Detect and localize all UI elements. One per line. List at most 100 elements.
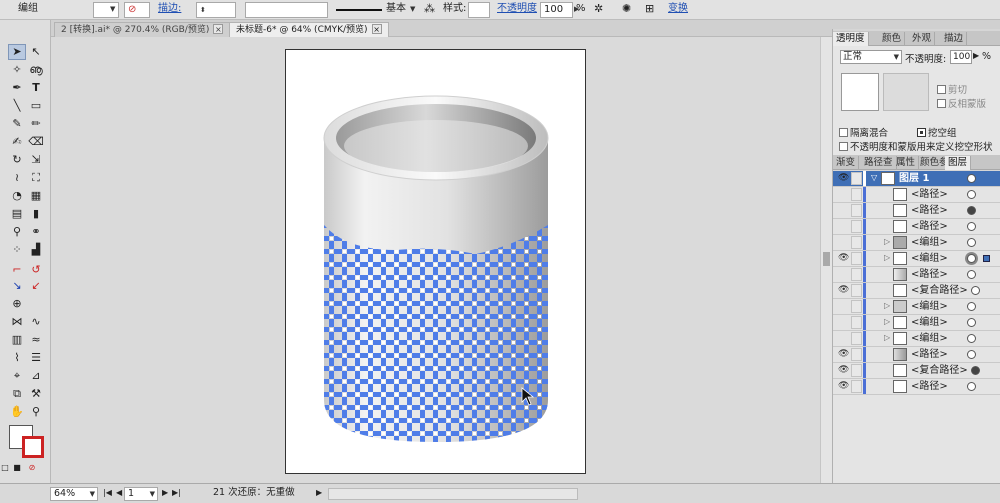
lock-toggle[interactable] — [851, 348, 862, 361]
color-mode-icon[interactable]: □ — [0, 460, 10, 476]
tab-pathfinder[interactable]: 路径查 — [861, 156, 897, 170]
opacity-mask-define-option[interactable]: 不透明度和蒙版用来定义挖空形状 — [839, 139, 993, 153]
blob-brush-icon[interactable]: ✍ — [8, 134, 26, 150]
eye-icon[interactable]: 👁 — [838, 285, 849, 296]
blend-tool-icon[interactable]: ⚭ — [27, 224, 45, 240]
layer-row[interactable]: <路径> — [833, 187, 1000, 203]
tab-document-1[interactable]: 2 [转换].ai* @ 270.4% (RGB/预览) × — [54, 22, 231, 37]
eye-icon[interactable] — [838, 221, 848, 232]
free-transform-icon[interactable]: ⛶ — [27, 170, 45, 186]
stroke-color-swatch[interactable] — [22, 436, 44, 458]
rotate-tool-icon[interactable]: ↻ — [8, 152, 26, 168]
lock-toggle[interactable] — [851, 268, 862, 281]
tab-appearance[interactable]: 外观 — [909, 32, 936, 46]
vertical-scrollbar[interactable] — [820, 37, 832, 483]
lock-toggle[interactable] — [851, 204, 862, 217]
graph-tool-icon[interactable]: ▟ — [27, 242, 45, 258]
target-circle-icon[interactable] — [967, 206, 976, 215]
eye-icon[interactable] — [838, 317, 848, 328]
rectangle-tool-icon[interactable]: ▭ — [27, 98, 45, 114]
lock-toggle[interactable] — [851, 188, 862, 201]
opacity-arrow-icon[interactable]: ▶ — [973, 51, 979, 60]
eye-icon[interactable]: 👁 — [838, 253, 849, 264]
warp-variant-icon[interactable]: ≈ — [27, 332, 45, 348]
tab-attributes[interactable]: 属性 — [893, 156, 920, 170]
global-edit-icon[interactable]: ✺ — [622, 2, 631, 18]
target-circle-icon[interactable] — [971, 366, 980, 375]
layer-row[interactable]: ▷ <编组> — [833, 299, 1000, 315]
target-circle-icon[interactable] — [967, 174, 976, 183]
target-circle-icon[interactable] — [967, 222, 976, 231]
knockout-group-option[interactable]: 挖空组 — [917, 125, 957, 139]
artboard-tool-icon[interactable]: ⌐ — [8, 262, 26, 278]
prev-artboard-icon[interactable]: ◀ — [116, 487, 122, 501]
layer-name[interactable]: <编组> — [911, 316, 948, 329]
opacity-field[interactable]: 100 — [540, 2, 573, 18]
layer-name[interactable]: <复合路径> — [911, 284, 968, 297]
invert-mask-option[interactable]: 反相蒙版 — [937, 96, 986, 110]
invert-mask-checkbox[interactable] — [937, 99, 946, 108]
eye-icon[interactable] — [838, 301, 848, 312]
target-circle-icon[interactable] — [967, 318, 976, 327]
expand-triangle-icon[interactable]: ▷ — [884, 301, 890, 310]
scissors-icon[interactable]: ↙ — [27, 278, 45, 294]
wave-tool-icon[interactable]: ∿ — [27, 314, 45, 330]
expand-triangle-icon[interactable]: ▷ — [884, 317, 890, 326]
direct-selection-tool-icon[interactable]: ↖ — [27, 44, 45, 60]
layer-row[interactable]: <路径> — [833, 267, 1000, 283]
transform-link[interactable]: 变换 — [668, 2, 688, 18]
eye-icon[interactable] — [838, 189, 848, 200]
layer-name[interactable]: <编组> — [911, 236, 948, 249]
tab-transparency[interactable]: 透明度 — [833, 32, 869, 46]
layer-name[interactable]: <路径> — [911, 348, 948, 361]
slice-icon[interactable]: ⚒ — [27, 386, 45, 402]
eyedropper-icon[interactable]: ⚲ — [8, 224, 26, 240]
clip-checkbox[interactable] — [937, 85, 946, 94]
target-circle-icon[interactable] — [967, 302, 976, 311]
stroke-weight-field[interactable]: ⬍ — [196, 2, 236, 18]
width-tool-icon[interactable]: ⋈ — [8, 314, 26, 330]
first-artboard-icon[interactable]: |◀ — [103, 487, 112, 501]
lock-toggle[interactable] — [851, 316, 862, 329]
stroke-swatch-none-icon[interactable]: ⊘ — [124, 2, 150, 18]
eyedropper-alt-icon[interactable]: ⌖ — [8, 368, 26, 384]
lock-toggle[interactable] — [851, 252, 862, 265]
lasso-icon[interactable]: ൡ — [27, 62, 45, 78]
eye-icon[interactable] — [838, 205, 848, 216]
status-menu-arrow-icon[interactable]: ▶ — [316, 487, 322, 501]
layer-row[interactable]: 👁 ▷ <编组> — [833, 251, 1000, 267]
target-circle-icon[interactable] — [967, 190, 976, 199]
none-mode-icon[interactable]: ⊘ — [26, 460, 38, 476]
opacity-field[interactable]: 100 — [950, 50, 972, 64]
layer-row[interactable]: 👁 <路径> — [833, 347, 1000, 363]
perspective-grid-icon[interactable]: ▤ — [8, 206, 26, 222]
eye-icon[interactable]: 👁 — [838, 381, 849, 392]
tab-document-2[interactable]: 未标题-6* @ 64% (CMYK/预览) × — [229, 22, 389, 37]
tab-stroke[interactable]: 描边 — [941, 32, 968, 46]
target-circle-icon[interactable] — [971, 286, 980, 295]
eye-icon[interactable]: 👁 — [838, 365, 849, 376]
selection-tool-icon[interactable]: ➤ — [8, 44, 26, 60]
eye-icon[interactable] — [838, 333, 848, 344]
expand-triangle-icon[interactable]: ▷ — [884, 333, 890, 342]
hand-tool-icon[interactable]: ✋ — [8, 404, 26, 420]
blend-mode-select[interactable]: 正常 ▼ — [840, 50, 902, 64]
lock-toggle[interactable] — [851, 236, 862, 249]
layer-row[interactable]: 👁 ▽ 图层 1 — [833, 171, 1000, 187]
layer-row[interactable]: 👁 <复合路径> — [833, 283, 1000, 299]
layer-name[interactable]: <路径> — [911, 188, 948, 201]
slice-tool-icon[interactable]: ↺ — [27, 262, 45, 278]
layer-name[interactable]: 图层 1 — [899, 172, 929, 185]
layer-name[interactable]: <路径> — [911, 220, 948, 233]
live-paint-icon[interactable]: ▦ — [27, 188, 45, 204]
layer-row[interactable]: 👁 <复合路径> — [833, 363, 1000, 379]
lock-toggle[interactable] — [851, 284, 862, 297]
canvas-area[interactable] — [51, 37, 820, 483]
target-circle-icon[interactable] — [967, 238, 976, 247]
opacity-link[interactable]: 不透明度 — [497, 2, 537, 18]
lock-toggle[interactable] — [851, 364, 862, 377]
layer-row[interactable]: 👁 <路径> — [833, 379, 1000, 395]
tab-gradient[interactable]: 渐变 — [833, 156, 860, 170]
type-tool-icon[interactable]: T — [27, 80, 45, 96]
pen-tool-icon[interactable]: ✒ — [8, 80, 26, 96]
